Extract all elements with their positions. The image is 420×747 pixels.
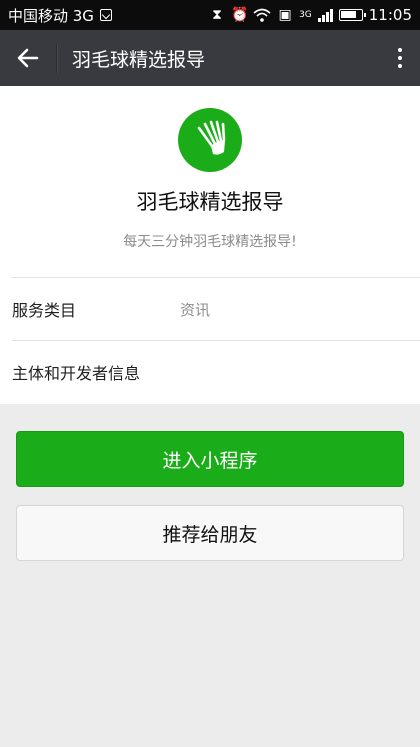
developer-info-row[interactable]: 主体和开发者信息 [12,340,420,403]
vibrate-icon: ⧗ [212,7,222,23]
service-category-label: 服务类目 [12,301,77,320]
back-arrow-icon [17,48,39,68]
app-description: 每天三分钟羽毛球精选报导! [123,234,297,250]
image-notification-icon [99,9,112,21]
status-bar: 中国移动 3G ⧗ ⏰ ▣ 3G 11:05 [0,0,420,30]
page-title: 羽毛球精选报导 [72,48,206,71]
service-category-value: 资讯 [180,300,211,319]
network-type: 3G [299,10,312,20]
signal-icon [317,8,333,22]
more-options-button[interactable] [380,30,420,86]
more-dot-icon [398,56,402,60]
shuttlecock-logo-icon [178,108,242,172]
alarm-icon: ⏰ [231,7,249,23]
developer-info-label: 主体和开发者信息 [12,364,141,383]
sim-icon: ▣ [278,7,292,23]
more-dot-icon [398,64,402,68]
status-right: ⧗ ⏰ ▣ 3G 11:05 [209,6,412,24]
wifi-icon [253,8,271,22]
status-left: 中国移动 3G [8,5,112,26]
more-dot-icon [398,48,402,52]
battery-icon [338,9,366,21]
enter-miniprogram-button[interactable]: 进入小程序 [16,431,404,487]
app-name: 羽毛球精选报导 [136,190,284,214]
share-to-friend-button[interactable]: 推荐给朋友 [16,505,404,561]
clock: 11:05 [368,6,412,24]
navbar-divider [56,43,58,73]
app-profile-card: 羽毛球精选报导 每天三分钟羽毛球精选报导! 服务类目 资讯 主体和开发者信息 [0,86,420,404]
carrier-label: 中国移动 3G [8,6,94,25]
navigation-bar: 羽毛球精选报导 [0,30,420,86]
back-button[interactable] [0,30,56,86]
service-category-row: 服务类目 资讯 [12,277,420,340]
